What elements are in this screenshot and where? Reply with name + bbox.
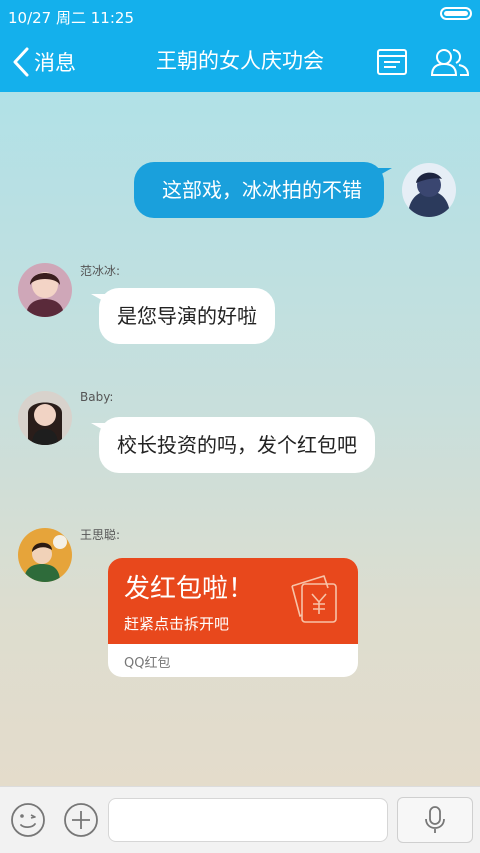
red-packet-header: 发红包啦！ 赶紧点击拆开吧 (108, 558, 358, 644)
sender-name: 王思聪: (80, 528, 121, 542)
avatar-baby-image (18, 391, 72, 445)
status-time: 10/27 周二 11:25 (8, 9, 134, 27)
title-bar: 消息 王朝的女人庆功会 (0, 32, 480, 92)
avatar-fanbingbing[interactable] (18, 263, 72, 317)
red-packet-footer: QQ红包 (124, 656, 171, 671)
message-bubble-incoming[interactable]: 校长投资的吗，发个红包吧 (91, 417, 375, 473)
input-bar (0, 786, 480, 853)
red-packet-card[interactable]: 发红包啦！ 赶紧点击拆开吧 QQ红包 (108, 558, 358, 677)
avatar-fanbingbing-image (18, 263, 72, 317)
voice-button[interactable] (397, 797, 473, 843)
avatar-self-image (402, 163, 456, 217)
red-packet-envelope-icon (291, 575, 337, 623)
avatar-wangsicong[interactable] (18, 528, 72, 582)
emoji-button[interactable] (9, 801, 47, 839)
message-bubble-incoming[interactable]: 是您导演的好啦 (91, 288, 275, 344)
red-packet-title: 发红包啦！ (124, 574, 255, 604)
status-bar: 10/27 周二 11:25 (0, 0, 480, 32)
avatar-wangsicong-image (18, 528, 72, 582)
sender-name: Baby: (80, 390, 114, 404)
avatar-baby[interactable] (18, 391, 72, 445)
avatar-self[interactable] (402, 163, 456, 217)
message-input[interactable] (108, 798, 388, 842)
plus-circle-icon (64, 803, 98, 837)
group-members-button[interactable] (430, 42, 470, 82)
battery-icon (440, 7, 472, 20)
emoji-icon (11, 803, 45, 837)
document-icon (377, 49, 407, 75)
microphone-icon (425, 806, 445, 833)
red-packet-subtitle: 赶紧点击拆开吧 (124, 615, 230, 633)
message-bubble-outgoing[interactable]: 这部戏，冰冰拍的不错 (134, 162, 392, 218)
add-button[interactable] (62, 801, 100, 839)
chat-area[interactable]: 这部戏，冰冰拍的不错 范冰冰: 是您导演的好啦 Baby: 校长投资的吗，发个红… (0, 92, 480, 786)
sender-name: 范冰冰: (80, 264, 121, 278)
group-icon (430, 49, 470, 76)
chat-info-button[interactable] (372, 42, 412, 82)
